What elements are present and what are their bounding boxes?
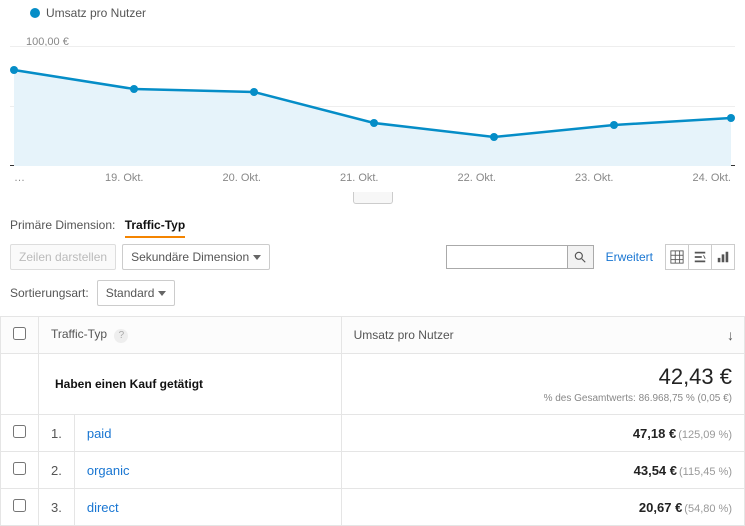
chart-area	[14, 70, 731, 166]
row-checkbox[interactable]	[13, 499, 26, 512]
primary-dimension-value[interactable]: Traffic-Typ	[125, 218, 185, 238]
data-table: Traffic-Typ ? Umsatz pro Nutzer ↓ Haben …	[0, 316, 745, 526]
view-toggle-group	[665, 244, 735, 270]
row-label[interactable]: organic	[74, 452, 341, 489]
summary-value: 42,43 €	[354, 364, 732, 390]
segment-label: Haben einen Kauf getätigt	[39, 354, 342, 415]
search-input[interactable]	[447, 246, 567, 268]
col-header-metric[interactable]: Umsatz pro Nutzer ↓	[341, 317, 744, 354]
row-checkbox[interactable]	[13, 425, 26, 438]
bars-icon	[716, 250, 730, 264]
row-label[interactable]: paid	[74, 415, 341, 452]
search-icon	[573, 250, 587, 264]
x-axis-labels: … 19. Okt. 20. Okt. 21. Okt. 22. Okt. 23…	[10, 172, 735, 184]
row-label[interactable]: direct	[74, 489, 341, 526]
chart-collapse-handle[interactable]	[353, 192, 393, 204]
table-row: 3. direct 20,67 €(54,80 %)	[1, 489, 745, 526]
view-percentage-button[interactable]	[688, 244, 712, 270]
row-checkbox[interactable]	[13, 462, 26, 475]
legend-dot-icon	[30, 8, 40, 18]
table-row: 2. organic 43,54 €(115,45 %)	[1, 452, 745, 489]
select-all-checkbox[interactable]	[13, 327, 26, 340]
table-row: 1. paid 47,18 €(125,09 %)	[1, 415, 745, 452]
help-icon[interactable]: ?	[114, 329, 128, 343]
search-button[interactable]	[567, 246, 593, 268]
chart-legend: Umsatz pro Nutzer	[0, 0, 745, 20]
search-box	[446, 245, 594, 269]
secondary-dimension-dropdown[interactable]: Sekundäre Dimension	[122, 244, 270, 270]
table-icon	[670, 250, 684, 264]
view-table-button[interactable]	[665, 244, 689, 270]
plot-rows-button: Zeilen darstellen	[10, 244, 116, 270]
percentage-icon	[693, 250, 707, 264]
chevron-down-icon	[158, 291, 166, 296]
sort-label: Sortierungsart:	[10, 286, 89, 300]
summary-subtext: % des Gesamtwerts: 86.968,75 % (0,05 €)	[354, 393, 732, 404]
primary-dimension: Primäre Dimension: Traffic-Typ	[0, 204, 745, 238]
chevron-down-icon	[253, 255, 261, 260]
sort-type-dropdown[interactable]: Standard	[97, 280, 176, 306]
col-header-dimension[interactable]: Traffic-Typ ?	[39, 317, 342, 354]
sort-down-icon: ↓	[727, 327, 734, 343]
view-performance-button[interactable]	[711, 244, 735, 270]
advanced-link[interactable]: Erweitert	[606, 250, 653, 264]
legend-label: Umsatz pro Nutzer	[46, 6, 146, 20]
line-chart: 100,00 € 50,00 € … 19. Okt. 20. Okt. 21.…	[10, 24, 735, 184]
